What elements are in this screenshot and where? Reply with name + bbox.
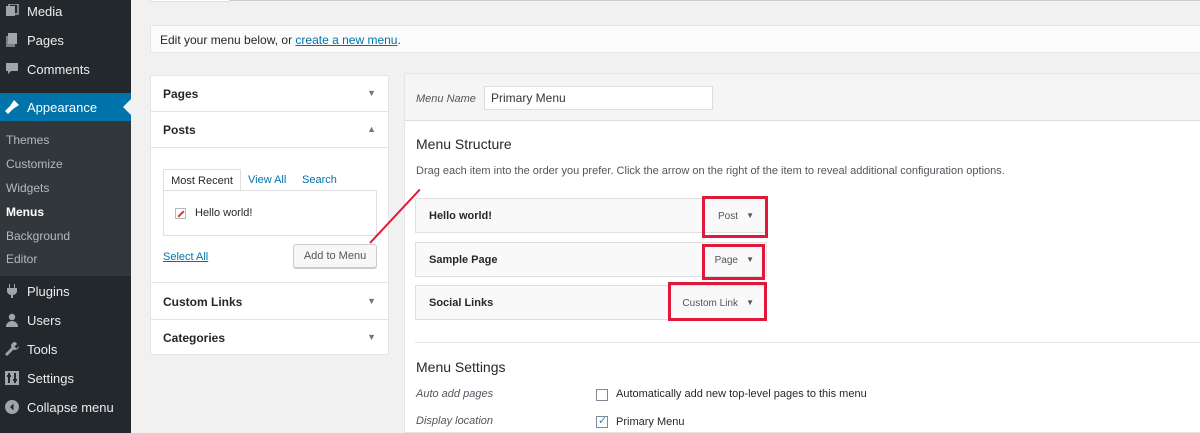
admin-sidebar: Media Pages Comments Appearance Themes C… <box>0 0 131 433</box>
submenu-item-editor[interactable]: Editor <box>6 252 37 266</box>
submenu-item-widgets[interactable]: Widgets <box>6 181 49 195</box>
sidebar-item-label: Tools <box>27 341 58 357</box>
settings-icon <box>5 371 19 385</box>
accordion-title: Custom Links <box>163 295 243 309</box>
annotation-box-page <box>702 244 765 280</box>
sidebar-item-label: Users <box>27 312 61 328</box>
tab-search[interactable]: Search <box>302 169 337 191</box>
top-tab-stub <box>150 0 230 2</box>
sidebar-item-media[interactable]: Media <box>0 0 131 25</box>
posts-panel: Most Recent View All Search Hello world!… <box>151 149 388 283</box>
menu-item-title: Social Links <box>429 297 494 309</box>
sidebar-item-label: Appearance <box>27 99 98 115</box>
auto-add-pages-checkbox[interactable] <box>596 389 608 401</box>
menu-name-bar: Menu Name <box>405 74 1200 121</box>
users-icon <box>5 313 19 327</box>
annotation-box-custom-link <box>668 282 767 321</box>
post-item-label[interactable]: Hello world! <box>195 207 252 219</box>
collapse-menu-button[interactable]: Collapse menu <box>0 393 131 421</box>
auto-add-pages-label: Auto add pages <box>416 388 494 400</box>
recent-posts-list: Hello world! <box>163 190 377 236</box>
primary-menu-location-checkbox[interactable] <box>596 414 608 428</box>
plugins-icon <box>5 284 19 298</box>
sidebar-item-label: Settings <box>27 370 74 386</box>
create-new-menu-link[interactable]: create a new menu <box>295 33 397 47</box>
menu-name-input[interactable] <box>484 86 713 110</box>
accordion-title: Posts <box>163 123 196 137</box>
chevron-down-icon[interactable]: ▼ <box>367 296 376 306</box>
chevron-down-icon[interactable]: ▼ <box>367 332 376 342</box>
sidebar-item-label: Pages <box>27 32 64 48</box>
edit-menu-notice: Edit your menu below, or create a new me… <box>150 25 1200 53</box>
sidebar-item-pages[interactable]: Pages <box>0 26 131 54</box>
accordion-section-custom-links[interactable]: Custom Links ▼ <box>151 284 388 320</box>
appearance-submenu: Themes Customize Widgets Menus Backgroun… <box>0 121 131 276</box>
notice-suffix: . <box>397 33 401 47</box>
menu-item-title: Sample Page <box>429 254 498 266</box>
submenu-item-themes[interactable]: Themes <box>6 133 49 147</box>
tab-view-all[interactable]: View All <box>248 169 286 191</box>
menu-name-label: Menu Name <box>416 93 476 105</box>
comments-icon <box>5 62 19 76</box>
display-location-label: Display location <box>416 415 494 427</box>
annotation-box-post <box>702 196 768 238</box>
add-to-menu-button[interactable]: Add to Menu <box>293 244 377 268</box>
media-icon <box>5 3 19 18</box>
sidebar-item-label: Collapse menu <box>27 399 114 415</box>
sidebar-item-settings[interactable]: Settings <box>0 364 131 392</box>
chevron-up-icon[interactable]: ▲ <box>367 124 376 134</box>
appearance-icon <box>5 100 19 114</box>
accordion-section-pages[interactable]: Pages ▼ <box>151 76 388 112</box>
notice-text: Edit your menu below, or create a new me… <box>160 33 401 47</box>
accordion-title: Categories <box>163 331 226 345</box>
sidebar-item-appearance[interactable]: Appearance <box>0 93 131 121</box>
chevron-down-icon[interactable]: ▼ <box>367 88 376 98</box>
select-all-link[interactable]: Select All <box>163 251 208 263</box>
tools-icon <box>5 342 19 356</box>
submenu-item-customize[interactable]: Customize <box>6 157 63 171</box>
accordion-title: Pages <box>163 87 199 101</box>
drag-instructions: Drag each item into the order you prefer… <box>416 165 1005 177</box>
sidebar-item-label: Comments <box>27 61 90 77</box>
post-checkbox[interactable] <box>175 208 186 219</box>
sidebar-item-label: Plugins <box>27 283 70 299</box>
menu-settings-title: Menu Settings <box>416 359 506 375</box>
top-divider <box>229 0 1200 1</box>
primary-menu-location-text[interactable]: Primary Menu <box>616 416 684 428</box>
accordion-section-categories[interactable]: Categories ▼ <box>151 320 388 356</box>
sidebar-item-plugins[interactable]: Plugins <box>0 277 131 305</box>
sidebar-item-users[interactable]: Users <box>0 306 131 334</box>
tab-most-recent[interactable]: Most Recent <box>163 169 241 191</box>
collapse-icon <box>5 400 19 414</box>
settings-divider <box>415 342 1200 343</box>
accordion-section-posts[interactable]: Posts ▲ <box>151 112 388 148</box>
menu-item-title: Hello world! <box>429 210 492 222</box>
menu-management-panel: Menu Name Menu Structure Drag each item … <box>404 73 1200 433</box>
add-menu-items-accordion: Pages ▼ Posts ▲ Most Recent View All Sea… <box>150 75 389 355</box>
auto-add-pages-text[interactable]: Automatically add new top-level pages to… <box>616 388 867 400</box>
sidebar-item-label: Media <box>27 3 63 19</box>
pages-icon <box>5 33 19 47</box>
sidebar-item-comments[interactable]: Comments <box>0 55 131 83</box>
submenu-item-menus[interactable]: Menus <box>6 205 44 219</box>
sidebar-item-tools[interactable]: Tools <box>0 335 131 363</box>
notice-prefix: Edit your menu below, or <box>160 33 296 47</box>
menu-structure-title: Menu Structure <box>416 136 512 152</box>
submenu-item-background[interactable]: Background <box>6 229 70 243</box>
